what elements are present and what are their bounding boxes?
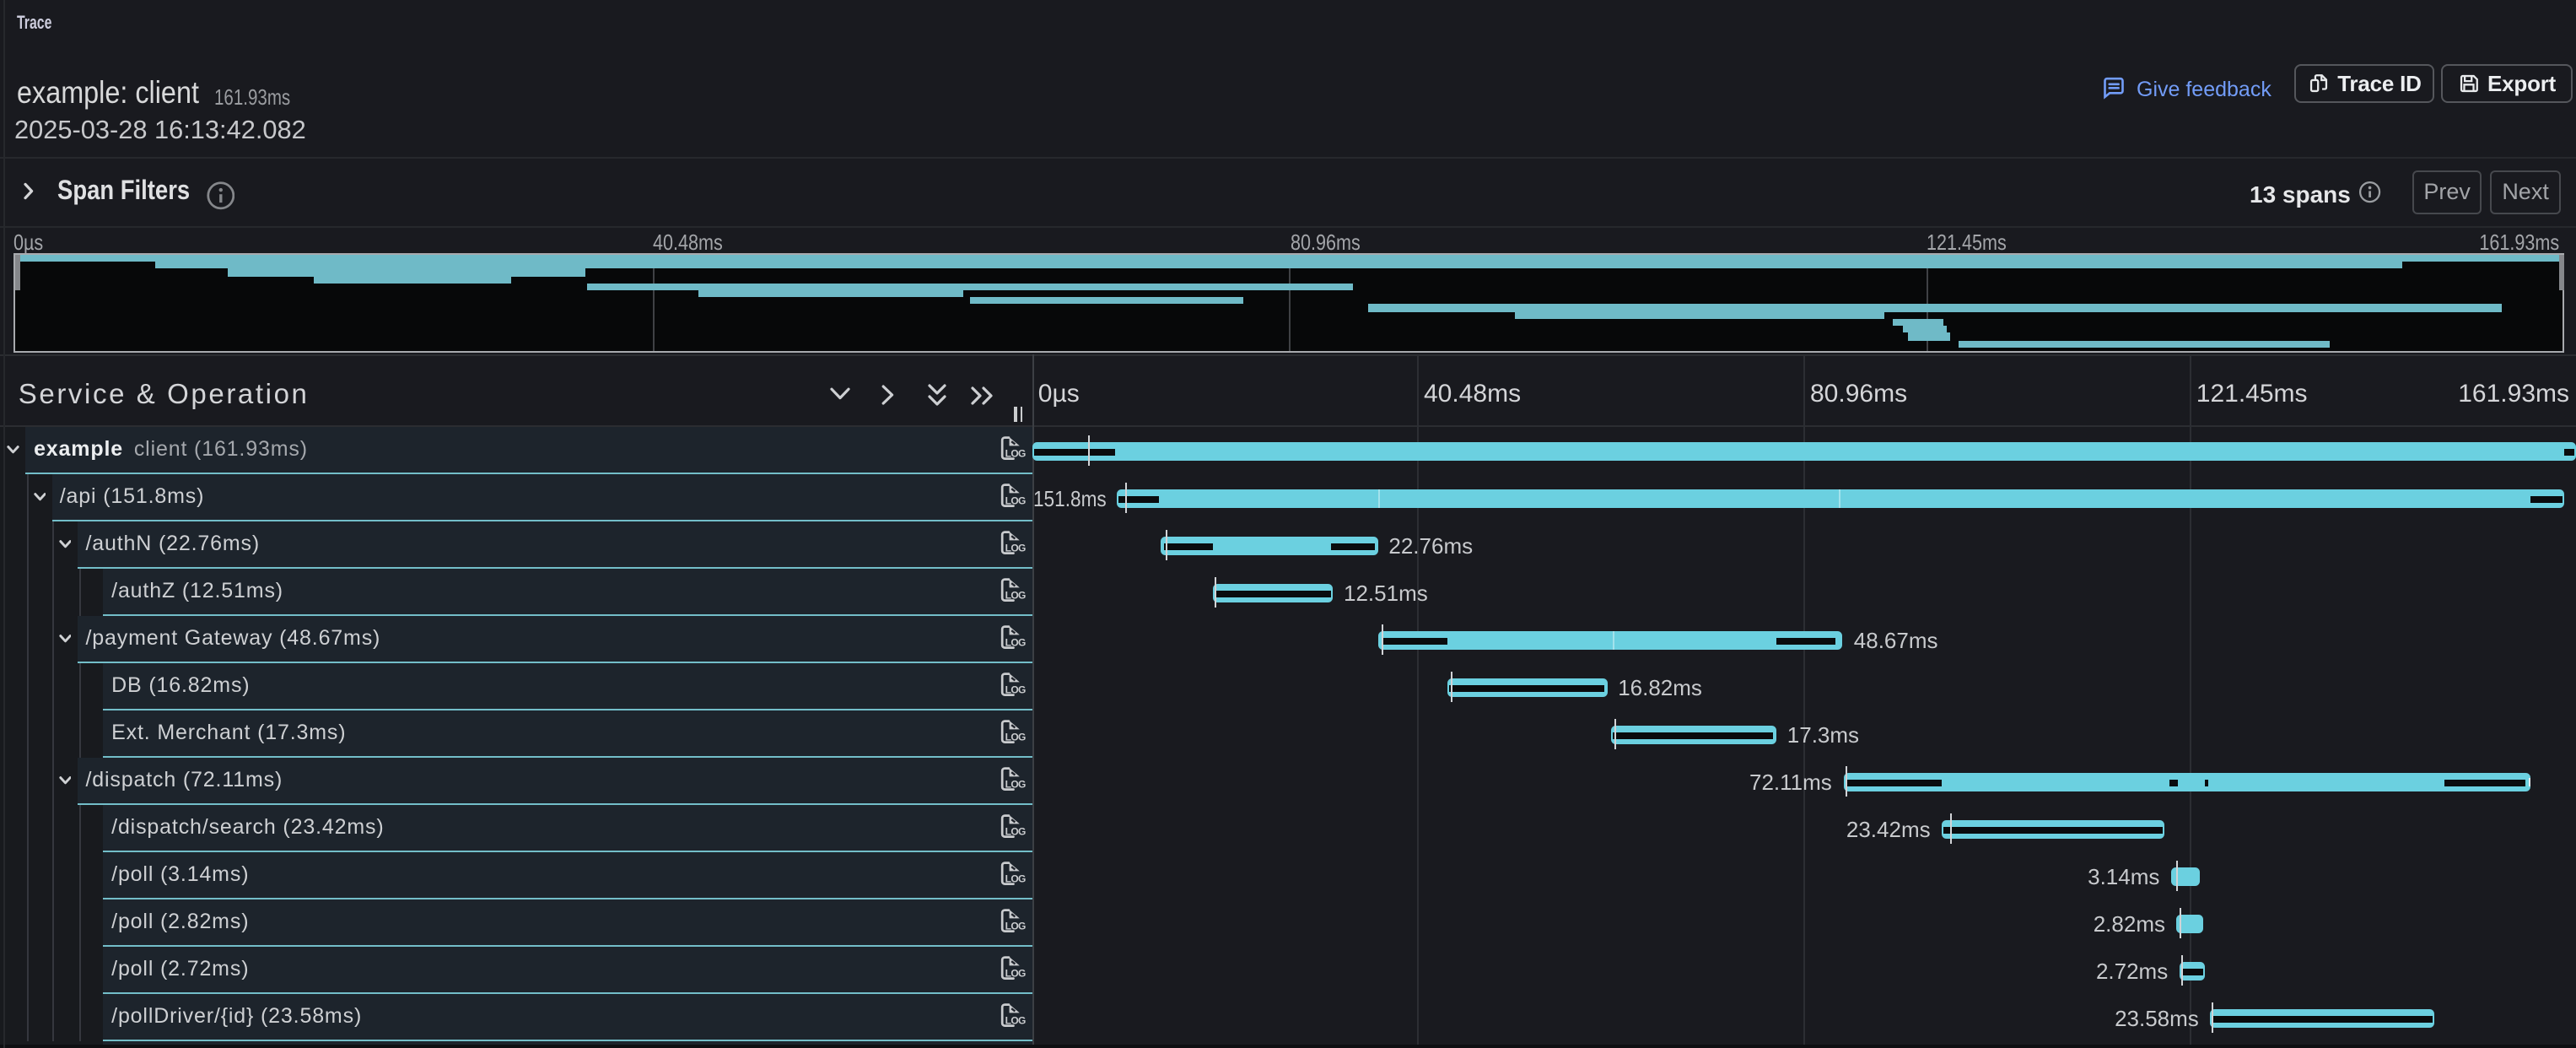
svg-text:LOG: LOG xyxy=(1005,590,1025,602)
svg-text:LOG: LOG xyxy=(1005,684,1025,696)
svg-text:LOG: LOG xyxy=(1005,921,1025,932)
svg-text:LOG: LOG xyxy=(1005,1015,1025,1027)
svg-text:LOG: LOG xyxy=(1005,826,1025,838)
svg-text:LOG: LOG xyxy=(1005,543,1025,554)
svg-text:LOG: LOG xyxy=(1005,873,1025,885)
svg-text:LOG: LOG xyxy=(1005,448,1025,460)
svg-text:LOG: LOG xyxy=(1005,732,1025,743)
svg-text:LOG: LOG xyxy=(1005,779,1025,791)
svg-text:LOG: LOG xyxy=(1005,968,1025,980)
svg-text:LOG: LOG xyxy=(1005,495,1025,507)
svg-text:LOG: LOG xyxy=(1005,637,1025,649)
